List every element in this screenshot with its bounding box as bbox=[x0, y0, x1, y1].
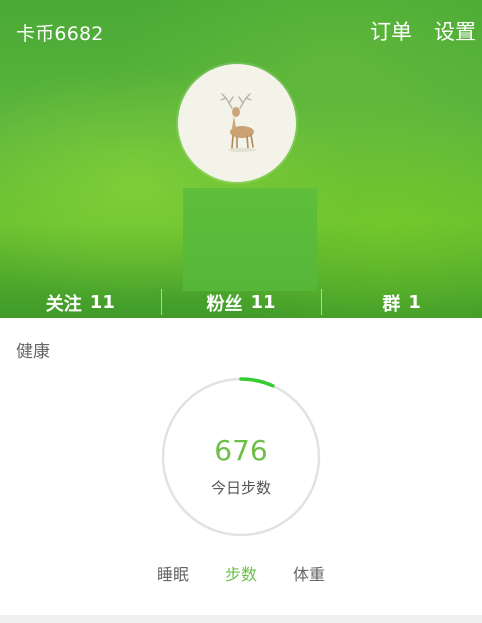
avatar[interactable] bbox=[178, 64, 296, 182]
username-placeholder bbox=[183, 188, 317, 291]
social-stats-bar: 关注 11 粉丝 11 群 1 bbox=[0, 287, 482, 318]
following-stat[interactable]: 关注 11 bbox=[0, 287, 161, 318]
following-label: 关注 bbox=[45, 293, 82, 315]
followers-label: 粉丝 bbox=[206, 293, 243, 315]
steps-label: 今日步数 bbox=[210, 479, 271, 497]
health-tabs: 睡眠 步数 体重 bbox=[0, 561, 482, 585]
deer-icon bbox=[220, 93, 256, 152]
following-count: 11 bbox=[89, 292, 115, 313]
coins-balance[interactable]: 卡币6682 bbox=[16, 19, 104, 46]
orders-button[interactable]: 订单 bbox=[370, 16, 412, 46]
followers-count: 11 bbox=[250, 292, 276, 313]
tab-weight[interactable]: 体重 bbox=[293, 561, 325, 585]
steps-count: 676 bbox=[214, 434, 268, 467]
steps-ring[interactable]: 676 今日步数 bbox=[160, 376, 322, 538]
header-actions: 订单 设置 bbox=[370, 16, 476, 46]
groups-stat[interactable]: 群 1 bbox=[321, 287, 482, 318]
settings-button[interactable]: 设置 bbox=[434, 16, 476, 46]
tab-sleep[interactable]: 睡眠 bbox=[157, 561, 189, 585]
health-section-title: 健康 bbox=[16, 342, 50, 362]
profile-header: 卡币6682 订单 设置 关注 11 粉丝 11 群 1 bbox=[0, 0, 482, 318]
tab-steps[interactable]: 步数 bbox=[225, 561, 257, 585]
groups-count: 1 bbox=[408, 292, 421, 313]
groups-label: 群 bbox=[382, 293, 401, 315]
followers-stat[interactable]: 粉丝 11 bbox=[160, 287, 322, 318]
bottom-divider bbox=[0, 615, 482, 623]
